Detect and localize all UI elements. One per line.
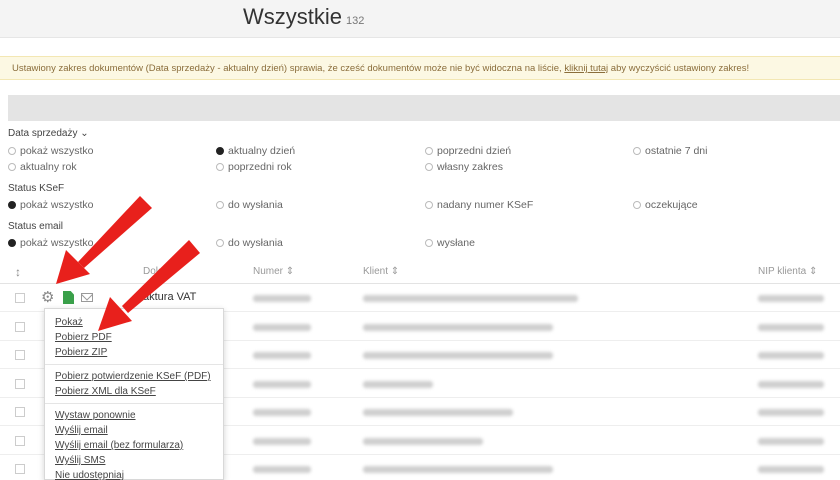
radio-unselected[interactable] xyxy=(216,163,224,171)
radio-selected[interactable] xyxy=(8,201,16,209)
filter-option-email[interactable]: do wysłania xyxy=(216,237,283,249)
date-range-alert: Ustawiony zakres dokumentów (Data sprzed… xyxy=(0,56,840,80)
radio-unselected[interactable] xyxy=(216,201,224,209)
filter-option-date[interactable]: pokaż wszystko xyxy=(8,145,94,157)
column-header-nip[interactable]: NIP klienta ⇕ xyxy=(758,266,817,277)
redacted-client xyxy=(363,295,578,302)
menu-item[interactable]: Pokaż xyxy=(45,315,223,330)
radio-unselected[interactable] xyxy=(633,201,641,209)
menu-item[interactable]: Wystaw ponownie xyxy=(45,408,223,423)
redacted-nip xyxy=(758,352,824,359)
row-checkbox[interactable] xyxy=(15,407,25,417)
page-title-text: Wszystkie xyxy=(243,4,342,29)
filter-option-email[interactable]: pokaż wszystko xyxy=(8,237,94,249)
gear-icon[interactable]: ⚙ xyxy=(41,290,54,305)
row-checkbox[interactable] xyxy=(15,350,25,360)
redacted-nip xyxy=(758,466,824,473)
column-header-number[interactable]: Numer ⇕ xyxy=(253,266,294,277)
page-header: Wszystkie 132 xyxy=(0,0,840,38)
filter-option-ksef[interactable]: do wysłania xyxy=(216,199,283,211)
filter-option-date[interactable]: aktualny dzień xyxy=(216,145,295,157)
redacted-number xyxy=(253,437,311,445)
redacted-number xyxy=(253,466,311,473)
redacted-number xyxy=(253,295,311,302)
redacted-client xyxy=(363,352,553,359)
redacted-client xyxy=(363,466,553,473)
document-type: aktura VAT xyxy=(143,291,197,303)
menu-item[interactable]: Wyślij SMS xyxy=(45,453,223,468)
redacted-client xyxy=(363,437,483,445)
redacted-nip xyxy=(758,323,824,331)
filter-option-date[interactable]: poprzedni rok xyxy=(216,161,292,173)
filter-option-date[interactable]: poprzedni dzień xyxy=(425,145,511,157)
redacted-nip xyxy=(758,295,824,302)
radio-unselected[interactable] xyxy=(425,147,433,155)
clear-range-link[interactable]: kliknij tutaj xyxy=(564,63,608,74)
row-checkbox[interactable] xyxy=(15,293,25,303)
menu-divider xyxy=(45,403,223,404)
redacted-number xyxy=(253,409,311,416)
sort-icon[interactable]: ↕ xyxy=(15,265,21,279)
redacted-number xyxy=(253,323,311,331)
filter-title-ksef: Status KSeF xyxy=(8,183,65,194)
filter-option-ksef[interactable]: oczekujące xyxy=(633,199,698,211)
menu-item[interactable]: Pobierz potwierdzenie KSeF (PDF) xyxy=(45,369,223,384)
filter-option-date[interactable]: ostatnie 7 dni xyxy=(633,145,707,157)
redacted-client xyxy=(363,409,513,416)
filter-option-date[interactable]: aktualny rok xyxy=(8,161,77,173)
filter-title-email: Status email xyxy=(8,221,64,232)
filter-option-ksef[interactable]: nadany numer KSeF xyxy=(425,199,533,211)
column-header-type[interactable]: Dok ⇕ xyxy=(143,266,172,277)
redacted-client xyxy=(363,380,433,388)
radio-unselected[interactable] xyxy=(216,239,224,247)
row-checkbox[interactable] xyxy=(15,321,25,332)
menu-item[interactable]: Nie udostępniaj xyxy=(45,468,223,480)
redacted-client xyxy=(363,323,553,331)
filter-option-date[interactable]: własny zakres xyxy=(425,161,503,173)
alert-text-after: aby wyczyścić ustawiony zakres! xyxy=(608,63,750,74)
actions-dropdown-menu: Pokaż Pobierz PDF Pobierz ZIP Pobierz potwi… xyxy=(44,308,224,480)
chevron-down-icon: ⌄ xyxy=(80,128,89,139)
redacted-number xyxy=(253,380,311,388)
menu-item[interactable]: Wyślij email xyxy=(45,423,223,438)
radio-selected[interactable] xyxy=(8,239,16,247)
menu-item[interactable]: Pobierz XML dla KSeF xyxy=(45,384,223,399)
radio-unselected[interactable] xyxy=(425,163,433,171)
toolbar-bar xyxy=(8,95,840,121)
radio-unselected[interactable] xyxy=(425,201,433,209)
filter-option-email[interactable]: wysłane xyxy=(425,237,475,249)
row-checkbox[interactable] xyxy=(15,378,25,389)
document-icon[interactable] xyxy=(63,291,74,304)
page-title: Wszystkie 132 xyxy=(243,4,364,30)
redacted-nip xyxy=(758,437,824,445)
radio-unselected[interactable] xyxy=(8,163,16,171)
redacted-number xyxy=(253,352,311,359)
menu-divider xyxy=(45,364,223,365)
mail-icon[interactable] xyxy=(81,293,93,302)
alert-text-before: Ustawiony zakres dokumentów (Data sprzed… xyxy=(12,63,565,74)
filter-option-ksef[interactable]: pokaż wszystko xyxy=(8,199,94,211)
column-header-client[interactable]: Klient ⇕ xyxy=(363,266,399,277)
radio-unselected[interactable] xyxy=(425,239,433,247)
table-header: ↕ Dok ⇕ Numer ⇕ Klient ⇕ NIP klienta ⇕ xyxy=(0,262,840,284)
redacted-nip xyxy=(758,409,824,416)
redacted-nip xyxy=(758,380,824,388)
radio-unselected[interactable] xyxy=(633,147,641,155)
document-count: 132 xyxy=(346,15,365,27)
radio-selected[interactable] xyxy=(216,147,224,155)
menu-item[interactable]: Pobierz ZIP xyxy=(45,345,223,360)
radio-unselected[interactable] xyxy=(8,147,16,155)
menu-item[interactable]: Pobierz PDF xyxy=(45,330,223,345)
menu-item[interactable]: Wyślij email (bez formularza) xyxy=(45,438,223,453)
filter-title-date[interactable]: Data sprzedaży ⌄ xyxy=(8,128,89,139)
row-checkbox[interactable] xyxy=(15,464,25,474)
row-checkbox[interactable] xyxy=(15,435,25,446)
